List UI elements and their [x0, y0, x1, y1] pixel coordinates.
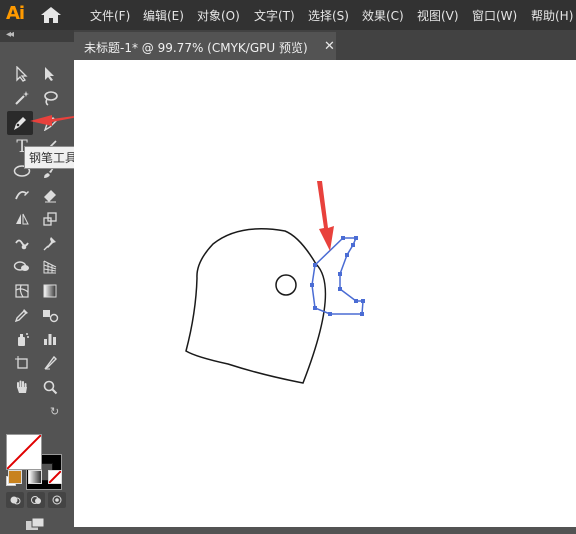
artboard-canvas[interactable] [74, 60, 576, 527]
character-body-path [185, 228, 327, 384]
character-eye-circle [275, 274, 297, 296]
canvas-annotation-arrow [317, 181, 334, 251]
